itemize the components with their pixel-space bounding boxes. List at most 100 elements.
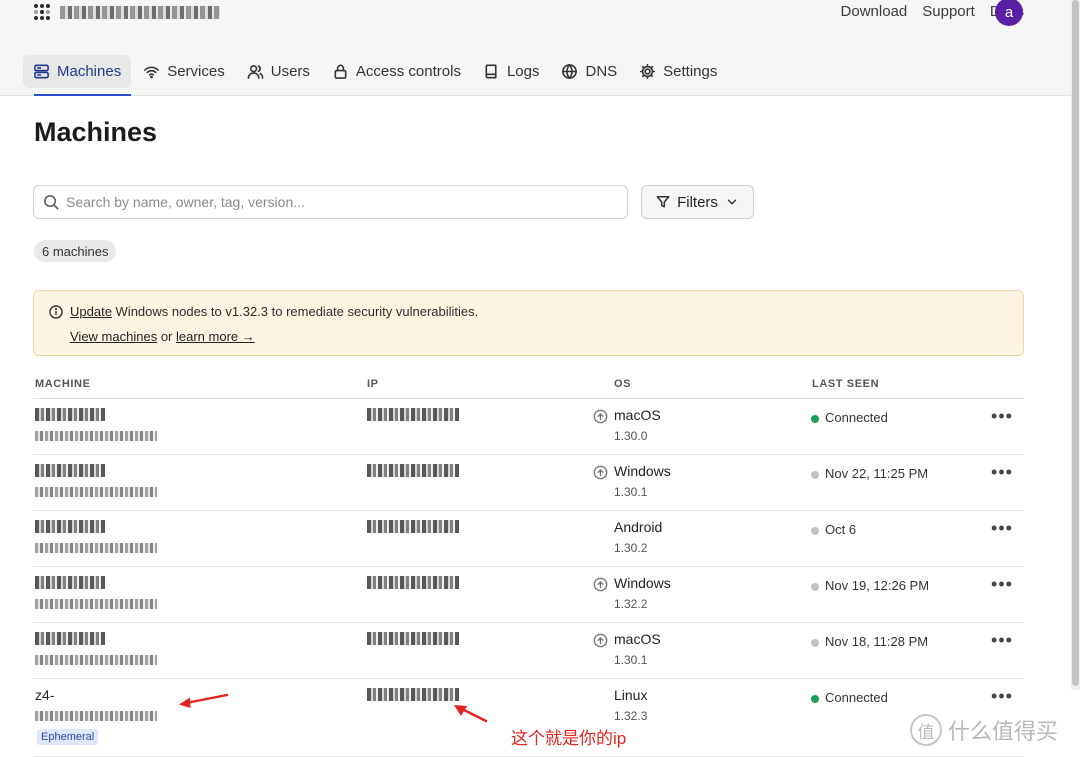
wifi-icon <box>144 66 160 79</box>
column-header-ip[interactable]: IP <box>367 378 379 390</box>
more-options-button[interactable]: ••• <box>990 462 1014 484</box>
tab-settings[interactable]: Settings <box>629 55 727 88</box>
users-icon <box>247 65 264 79</box>
machine-count-badge: 6 machines <box>34 240 117 262</box>
more-options-button[interactable]: ••• <box>990 686 1014 708</box>
machine-ip-redacted[interactable] <box>367 688 459 701</box>
status-dot <box>811 639 819 647</box>
client-version: 1.30.1 <box>614 653 648 667</box>
tab-services[interactable]: Services <box>133 55 235 88</box>
update-link[interactable]: Update <box>70 304 112 319</box>
last-seen: Connected <box>825 410 888 425</box>
last-seen: Nov 19, 12:26 PM <box>825 578 930 593</box>
tailnet-switcher[interactable] <box>34 4 220 20</box>
column-header-last-seen[interactable]: LAST SEEN <box>812 378 879 390</box>
filters-label: Filters <box>677 193 718 211</box>
banner-text-middle: Windows nodes to v1.32.3 <box>111 304 269 319</box>
machine-ip-redacted[interactable] <box>367 464 459 477</box>
lock-icon <box>334 64 347 79</box>
banner-or: or <box>157 329 176 344</box>
table-row[interactable]: Android 1.30.2 Oct 6 ••• <box>33 511 1024 567</box>
machine-name[interactable] <box>35 632 105 645</box>
machine-owner-redacted <box>35 431 157 441</box>
filters-button[interactable]: Filters <box>641 185 754 219</box>
watermark-logo: 值 <box>910 714 942 746</box>
update-available-icon <box>593 577 608 592</box>
book-icon <box>485 64 497 79</box>
banner-text-end: to remediate security vulnerabilities. <box>268 304 479 319</box>
search-icon <box>44 194 59 210</box>
status-dot <box>811 415 819 423</box>
more-options-button[interactable]: ••• <box>990 518 1014 540</box>
table-header: MACHINE IP OS LAST SEEN <box>33 370 1024 399</box>
server-icon <box>34 64 49 79</box>
machine-ip-redacted[interactable] <box>367 576 459 589</box>
banner-message: Update Windows nodes to v1.32.3 to remed… <box>70 304 478 319</box>
machine-name[interactable] <box>35 520 105 533</box>
last-seen: Oct 6 <box>825 522 857 537</box>
tab-label: Access controls <box>355 63 461 80</box>
user-avatar[interactable]: a <box>995 0 1023 26</box>
table-row[interactable]: macOS 1.30.1 Nov 18, 11:28 PM ••• <box>33 623 1024 679</box>
machine-ip-redacted[interactable] <box>367 632 459 645</box>
annotation-text: 这个就是你的ip <box>511 729 627 748</box>
machine-name[interactable] <box>35 576 105 589</box>
os-name: macOS <box>614 631 661 647</box>
machine-owner-redacted <box>35 487 157 497</box>
page-scrollbar[interactable] <box>1071 0 1080 690</box>
download-link[interactable]: Download <box>841 3 908 20</box>
tab-users[interactable]: Users <box>237 55 320 88</box>
tab-access-controls[interactable]: Access controls <box>322 55 471 88</box>
machine-ip-redacted[interactable] <box>367 520 459 533</box>
table-row[interactable]: Windows 1.32.2 Nov 19, 12:26 PM ••• <box>33 567 1024 623</box>
tab-label: Users <box>270 63 310 80</box>
table-row[interactable]: macOS 1.30.0 Connected ••• <box>33 399 1024 455</box>
client-version: 1.32.3 <box>614 709 648 723</box>
more-options-button[interactable]: ••• <box>990 574 1014 596</box>
os-name: Windows <box>614 463 671 479</box>
info-icon <box>49 305 63 319</box>
tailscale-logo-icon <box>34 4 50 20</box>
tab-label: Settings <box>663 63 718 80</box>
tab-label: Logs <box>506 63 540 80</box>
table-row[interactable]: Windows 1.30.1 Nov 22, 11:25 PM ••• <box>33 455 1024 511</box>
os-name: Linux <box>614 687 648 703</box>
support-link[interactable]: Support <box>922 3 975 20</box>
tab-machines[interactable]: Machines <box>23 55 132 96</box>
security-update-banner: Update Windows nodes to v1.32.3 to remed… <box>33 290 1024 356</box>
column-header-os[interactable]: OS <box>614 378 631 390</box>
scrollbar-thumb[interactable] <box>1072 0 1079 686</box>
search-box[interactable] <box>33 185 628 219</box>
annotation-arrow-machine <box>179 693 229 708</box>
gear-icon <box>640 63 656 80</box>
globe-icon <box>562 64 578 79</box>
os-name: macOS <box>614 407 661 423</box>
tab-dns[interactable]: DNS <box>551 55 627 88</box>
machine-owner-redacted <box>35 543 157 553</box>
view-machines-link[interactable]: View machines <box>70 329 157 344</box>
main-tabs: Machines Services Users Access controls … <box>23 55 729 96</box>
machine-ip-redacted[interactable] <box>367 408 459 421</box>
tab-logs[interactable]: Logs <box>473 55 550 88</box>
column-header-machine[interactable]: MACHINE <box>35 378 91 390</box>
top-bar: Download Support Docs a Machines Service… <box>0 0 1080 96</box>
search-input[interactable] <box>66 194 606 210</box>
tailnet-name-redacted <box>60 5 220 19</box>
machine-name[interactable] <box>35 408 105 421</box>
page-title: Machines <box>34 117 158 147</box>
client-version: 1.30.1 <box>614 485 648 499</box>
update-available-icon <box>593 465 608 480</box>
machine-owner-redacted <box>35 711 157 721</box>
update-available-icon <box>593 409 608 424</box>
site-watermark: 值 什么值得买 <box>910 714 1058 746</box>
machine-name[interactable]: z4- <box>35 687 54 703</box>
learn-more-link[interactable]: learn more → <box>176 329 255 344</box>
machine-name[interactable] <box>35 464 105 477</box>
more-options-button[interactable]: ••• <box>990 406 1014 428</box>
tab-label: DNS <box>585 63 618 80</box>
machine-owner-redacted <box>35 655 157 665</box>
more-options-button[interactable]: ••• <box>990 630 1014 652</box>
tab-label: Machines <box>57 63 122 80</box>
client-version: 1.30.2 <box>614 541 648 555</box>
machine-owner-redacted <box>35 599 157 609</box>
